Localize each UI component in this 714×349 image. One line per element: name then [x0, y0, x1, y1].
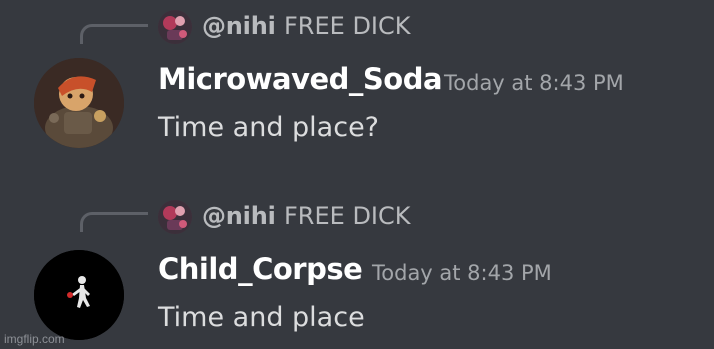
reply-author[interactable]: @nihi [202, 202, 276, 230]
nihi-avatar-icon[interactable] [158, 200, 192, 234]
nihi-avatar-icon[interactable] [158, 10, 192, 44]
chat-message: @nihi FREE DICK Microwaved_Soda Today at… [0, 0, 714, 170]
reply-author[interactable]: @nihi [202, 12, 276, 40]
chat-message: @nihi FREE DICK Child_Corpse Today at 8:… [0, 188, 714, 349]
message-author[interactable]: Child_Corpse [158, 252, 363, 286]
reply-preview-text[interactable]: FREE DICK [284, 202, 411, 230]
message-content: Time and place [158, 302, 365, 333]
reply-connector [80, 24, 148, 44]
watermark: imgflip.com [4, 332, 65, 346]
child-corpse-avatar-icon[interactable] [34, 250, 124, 340]
reply-preview-text[interactable]: FREE DICK [284, 12, 411, 40]
message-author[interactable]: Microwaved_Soda [158, 62, 443, 96]
message-timestamp: Today at 8:43 PM [372, 261, 552, 285]
microwaved-soda-avatar-icon[interactable] [34, 58, 124, 148]
reply-connector [80, 212, 148, 232]
message-content: Time and place? [158, 112, 380, 143]
message-timestamp: Today at 8:43 PM [444, 71, 624, 95]
